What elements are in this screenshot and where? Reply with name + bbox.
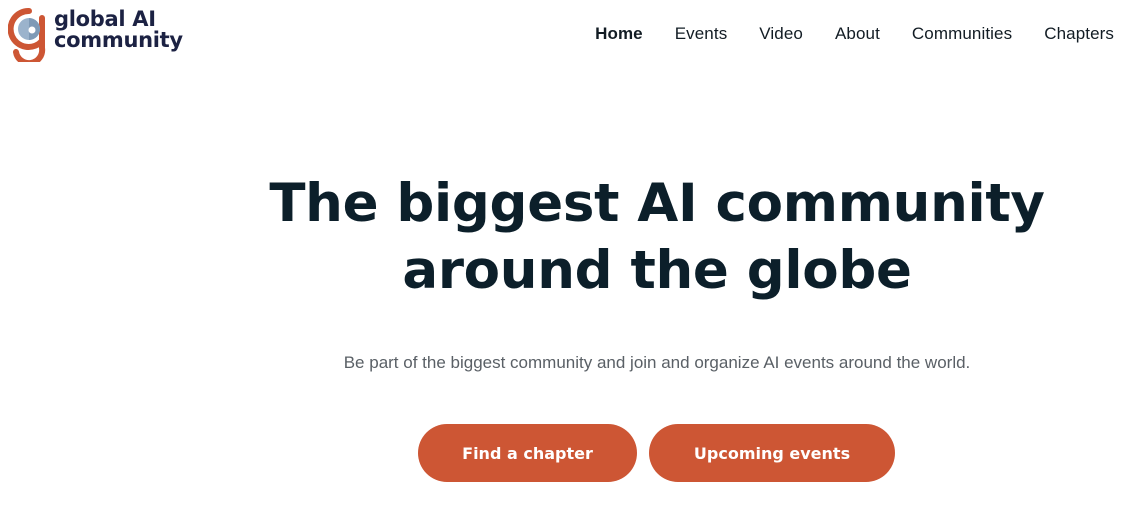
site-header: global AI community Home Events Video Ab…	[0, 0, 1135, 72]
nav-about[interactable]: About	[835, 24, 880, 44]
nav-communities[interactable]: Communities	[912, 24, 1012, 44]
hero-title: The biggest AI community around the glob…	[197, 170, 1117, 304]
logo-link[interactable]: global AI community	[8, 8, 183, 62]
nav-chapters[interactable]: Chapters	[1044, 24, 1114, 44]
logo-line-2: community	[54, 28, 183, 52]
main-nav: Home Events Video About Communities Chap…	[563, 24, 1114, 44]
nav-video[interactable]: Video	[759, 24, 803, 44]
logo-line-1: global AI	[54, 7, 156, 31]
page: global AI community Home Events Video Ab…	[0, 0, 1135, 515]
find-chapter-button[interactable]: Find a chapter	[418, 424, 637, 482]
logo-text: global AI community	[54, 9, 183, 51]
nav-events[interactable]: Events	[675, 24, 728, 44]
upcoming-events-button[interactable]: Upcoming events	[649, 424, 895, 482]
nav-home[interactable]: Home	[595, 24, 643, 44]
hero-subtitle: Be part of the biggest community and joi…	[343, 353, 971, 372]
hero-title-line-1: The biggest AI community	[269, 173, 1045, 234]
global-ai-logo-icon	[8, 8, 46, 62]
hero-title-line-2: around the globe	[402, 240, 912, 301]
